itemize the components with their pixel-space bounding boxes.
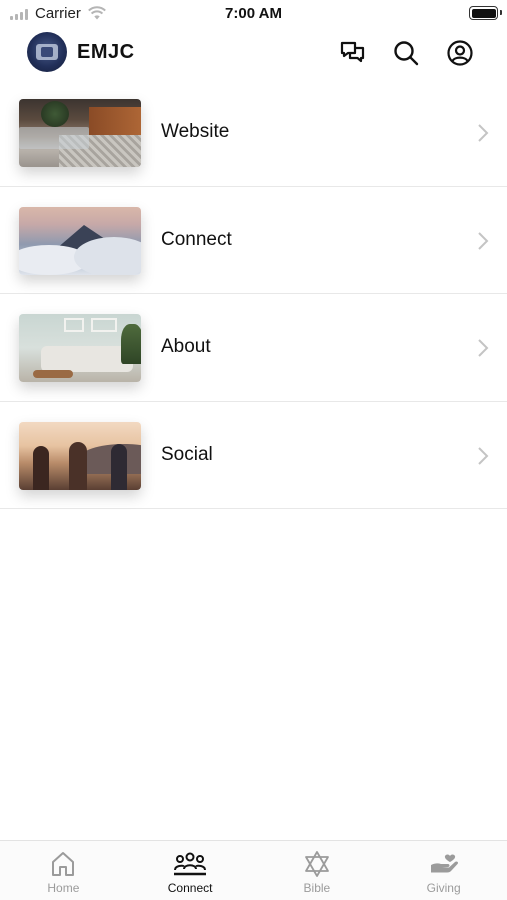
clock-time: 7:00 AM [225, 5, 282, 22]
menu-list: Website Connect About Social [0, 79, 507, 509]
chevron-right-icon [478, 231, 489, 250]
people-icon [173, 850, 207, 878]
giving-hand-icon [429, 850, 459, 878]
menu-item-social[interactable]: Social [0, 402, 507, 509]
menu-item-label: About [161, 336, 211, 357]
tab-connect[interactable]: Connect [127, 841, 254, 900]
star-of-david-icon [303, 850, 331, 878]
chevron-right-icon [478, 124, 489, 142]
menu-item-label: Website [161, 121, 230, 142]
tab-label: Bible [303, 881, 331, 895]
menu-item-label: Connect [161, 228, 232, 250]
menu-item-connect[interactable]: Connect [0, 187, 507, 294]
tab-bible[interactable]: Bible [254, 841, 381, 900]
home-icon [51, 850, 75, 878]
friends-sunset-photo [19, 421, 141, 490]
tab-home[interactable]: Home [0, 841, 127, 900]
tab-bar: Home Connect Bible Giving [0, 840, 507, 900]
tab-label: Giving [426, 881, 461, 895]
menu-item-website[interactable]: Website [0, 79, 507, 187]
mountains-clouds-photo [19, 206, 141, 275]
tab-giving[interactable]: Giving [380, 841, 507, 900]
search-icon[interactable] [392, 39, 420, 67]
living-room-photo [19, 99, 141, 167]
app-header: EMJC [0, 30, 507, 76]
chevron-right-icon [478, 339, 489, 357]
tab-label: Connect [167, 881, 213, 895]
chevron-right-icon [478, 446, 489, 465]
battery-icon [469, 6, 498, 20]
app-title: EMJC [77, 41, 135, 63]
tab-label: Home [47, 881, 80, 895]
app-logo[interactable] [27, 32, 67, 72]
menu-item-label: Social [161, 443, 213, 465]
menu-item-about[interactable]: About [0, 294, 507, 402]
chat-icon[interactable] [339, 39, 367, 67]
status-bar: Carrier 7:00 AM [0, 0, 507, 28]
sofa-room-photo [19, 314, 141, 382]
profile-icon[interactable] [446, 39, 474, 67]
